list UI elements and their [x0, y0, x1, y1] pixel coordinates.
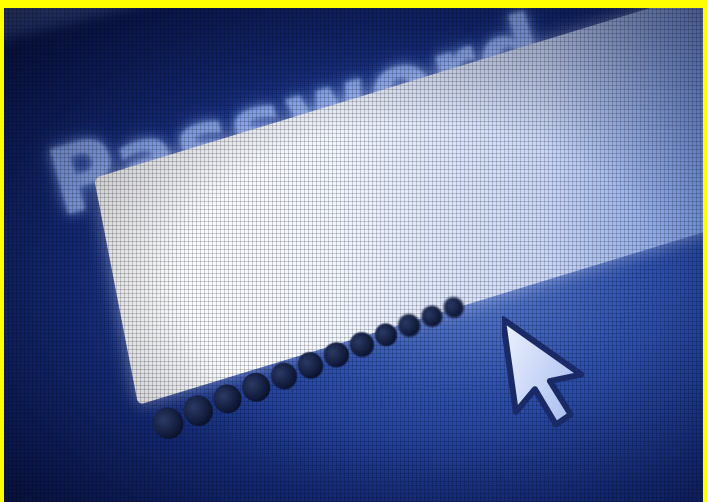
screen-closeup: Password [4, 8, 703, 502]
password-dot [209, 380, 247, 418]
password-dot [418, 302, 446, 331]
password-dot [293, 348, 328, 383]
password-dot [320, 338, 353, 372]
password-dot [238, 369, 275, 406]
password-dot [179, 391, 218, 431]
password-dot [266, 358, 302, 395]
photo-frame: Password [0, 0, 707, 502]
password-dot [394, 310, 424, 341]
password-dot [440, 293, 467, 321]
password-dot [346, 328, 378, 361]
password-dot [370, 319, 401, 351]
mouse-pointer-icon [502, 315, 585, 428]
password-dot [148, 402, 188, 444]
